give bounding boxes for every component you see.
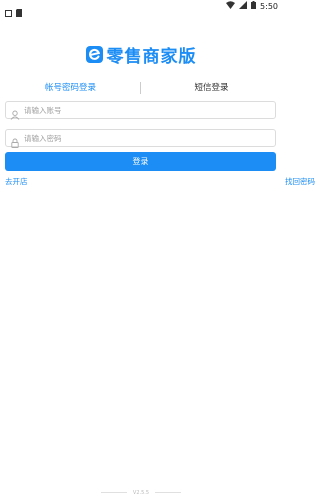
account-input[interactable]	[24, 102, 269, 118]
find-password-link[interactable]: 找回密码	[285, 176, 315, 187]
status-time: 5:50	[260, 1, 278, 11]
open-store-link[interactable]: 去开店	[5, 176, 28, 187]
signal-icon	[239, 1, 248, 11]
notification-icon	[5, 2, 12, 21]
user-icon	[10, 105, 20, 120]
brand-title: 零售商家版	[106, 47, 197, 67]
login-tabs: 帐号密码登录 短信登录	[0, 80, 282, 96]
e-logo-icon	[85, 46, 103, 63]
account-field[interactable]	[5, 101, 276, 120]
password-input[interactable]	[24, 130, 269, 146]
version-divider-left	[101, 492, 128, 493]
version-footer: V2.5.5	[0, 490, 282, 496]
tab-account-password[interactable]: 帐号密码登录	[0, 80, 141, 96]
version-text: V2.5.5	[132, 490, 150, 496]
wifi-icon	[226, 1, 236, 11]
password-field[interactable]	[5, 129, 276, 148]
lock-icon	[10, 133, 20, 148]
battery-icon	[251, 1, 257, 11]
version-divider-right	[154, 492, 181, 493]
status-left	[5, 2, 22, 21]
login-button[interactable]: 登录	[5, 152, 276, 171]
sd-card-icon	[16, 2, 22, 21]
status-bar: 5:50	[0, 0, 282, 17]
brand-header: 零售商家版	[0, 42, 282, 67]
tab-sms-login[interactable]: 短信登录	[141, 80, 282, 96]
status-right: 5:50	[226, 1, 278, 11]
